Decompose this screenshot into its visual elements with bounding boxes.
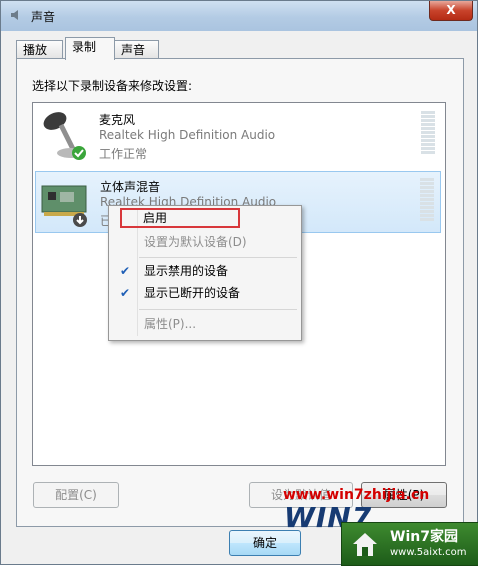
window-title: 声音 <box>31 10 56 24</box>
level-meter <box>421 111 435 157</box>
close-button[interactable]: X <box>429 1 473 21</box>
badge-title: Win7家园 <box>390 529 458 545</box>
device-driver: Realtek High Definition Audio <box>99 128 276 142</box>
menu-item-show-disabled[interactable]: ✔ 显示禁用的设备 <box>111 261 297 281</box>
menu-item-properties[interactable]: 属性(P)... <box>111 314 297 334</box>
menu-item-label: 显示已断开的设备 <box>144 286 241 300</box>
device-status: 工作正常 <box>99 147 148 161</box>
house-icon <box>353 533 377 556</box>
list-item[interactable]: 麦克风 Realtek High Definition Audio 工作正常 <box>35 105 441 167</box>
speaker-icon <box>11 10 18 20</box>
menu-separator <box>139 309 297 310</box>
menu-item-label: 属性(P)... <box>144 317 197 331</box>
tab-recording[interactable]: 录制 <box>65 37 115 60</box>
microphone-icon <box>43 112 86 160</box>
tab-playback[interactable]: 播放 <box>16 40 63 58</box>
sound-card-icon <box>41 185 87 227</box>
menu-item-set-default[interactable]: 设置为默认设备(D) <box>111 232 297 252</box>
level-meter <box>420 178 434 224</box>
sound-dialog: 声音 X 播放 录制 声音 选择以下录制设备来修改设置: 麦克风 Realtek… <box>0 0 478 566</box>
watermark-badge: Win7家园 www.5aixt.com <box>341 522 478 566</box>
badge-url: www.5aixt.com <box>390 547 467 558</box>
menu-item-label: 启用 <box>143 211 168 225</box>
menu-item-enable[interactable]: 启用 <box>120 208 240 228</box>
checkmark-icon: ✔ <box>120 286 131 300</box>
checkmark-icon: ✔ <box>120 264 131 278</box>
menu-item-label: 设置为默认设备(D) <box>144 235 247 249</box>
device-name: 麦克风 <box>99 113 136 127</box>
instruction-text: 选择以下录制设备来修改设置: <box>32 79 193 93</box>
menu-separator <box>139 257 297 258</box>
tab-sounds[interactable]: 声音 <box>114 40 159 58</box>
configure-button[interactable]: 配置(C) <box>33 482 119 508</box>
green-check-icon <box>72 146 86 160</box>
menu-item-label: 显示禁用的设备 <box>144 264 229 278</box>
watermark-url: www.win7zhijia.cn <box>283 487 430 503</box>
device-name: 立体声混音 <box>100 180 161 194</box>
menu-item-show-disconnected[interactable]: ✔ 显示已断开的设备 <box>111 283 297 303</box>
title-bar[interactable]: 声音 X <box>1 1 477 31</box>
context-menu: 启用 设置为默认设备(D) ✔ 显示禁用的设备 ✔ 显示已断开的设备 属性(P)… <box>108 205 302 341</box>
